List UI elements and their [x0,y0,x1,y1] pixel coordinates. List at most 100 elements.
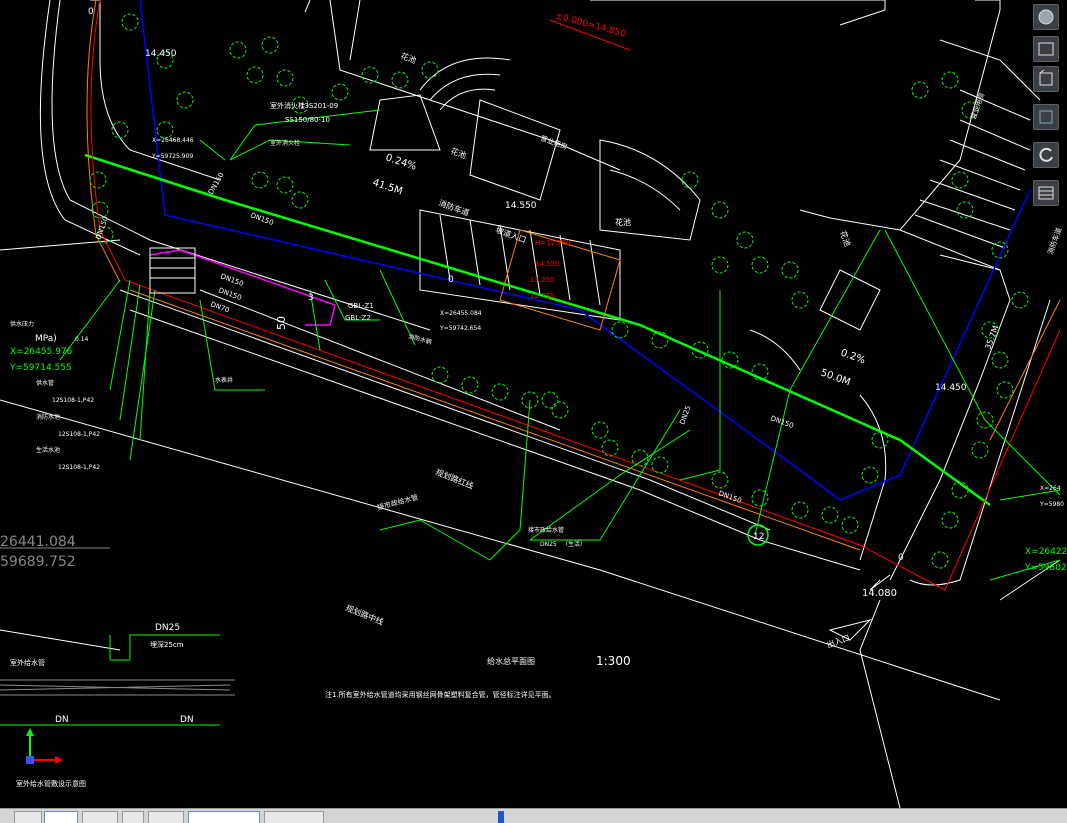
layout-tab-6[interactable] [264,811,324,823]
tree-symbol [89,171,107,189]
site-plan-drawing[interactable]: ±0.000=14.850 14.450 14.550 14.450 14.08… [0,0,1067,808]
tree-symbol [391,71,409,89]
cube-icon [1039,69,1053,86]
tree-symbol [291,191,309,209]
coord-d-y: Y=59802 [1024,563,1067,573]
text-mid-1: 接市政给水管 [528,526,564,534]
fire-lane-east-text: 消防车道 [1045,226,1063,255]
coord-a-y: Y=59725.909 [151,153,193,160]
tree-symbol [711,201,729,219]
showmotion-button[interactable] [1033,180,1059,206]
magenta-pipe [149,249,336,326]
tree-symbol [941,511,959,529]
pipe-label-6: DN25 [678,405,692,426]
wheel-icon [1038,42,1054,56]
pipe-label-4: DN150 [217,286,242,302]
pressure-val-text: 0.14 [75,336,89,343]
tree-symbol [996,381,1014,399]
tree-symbol [791,291,809,309]
orbit-icon [1039,147,1053,162]
slope-1-text: 0.24% [384,152,418,172]
hydrant-label-2-text: 室外消火栓 [270,139,300,147]
coord-e-y: Y=5980 [1039,501,1064,508]
zoom-icon [1039,110,1053,124]
pipe-label-9: DN150 [94,215,110,240]
plan-scale-text: 1:300 [596,654,631,668]
tree-symbol [791,501,809,519]
pipe-label-8: DN150 [717,489,742,505]
tree-symbol [781,261,799,279]
tree-symbol [821,506,839,524]
steering-wheel-button[interactable] [1033,36,1059,62]
tree-symbol [111,121,129,139]
zero-2: 0 [448,275,454,285]
pipe-label-5: DN150 [769,414,794,430]
n3-text: 3 [308,293,314,303]
tree-symbol [541,391,559,409]
pump-label-text: 水表井 [215,376,233,384]
tree-symbol [751,256,769,274]
valve-2-text: GBL-Z2 [345,314,371,322]
tree-symbol [246,66,264,84]
legend-dn-text-2: DN [180,715,194,725]
tree-symbol [276,69,294,87]
pan-button[interactable] [1033,66,1059,92]
ucs-axis [26,728,63,764]
coord-big-2: 59689.752 [0,554,76,570]
tree-symbol [91,201,109,219]
layout-tab-4[interactable] [148,811,184,823]
tree-symbol [421,61,439,79]
elev-east-text: 14.450 [935,383,967,393]
tree-symbol [176,91,194,109]
coord-b-x: X=26455.084 [440,310,482,317]
legend-title-text: 室外给水管敷设示意图 [16,779,86,788]
viewcube-button[interactable] [1033,4,1059,30]
legend-dn-text: DN [55,715,69,725]
tree-symbol [681,171,699,189]
tree-symbol [121,13,139,31]
globe-icon [1038,9,1054,25]
legend-dn25-text: DN25 [155,623,180,633]
tree-symbol [951,171,969,189]
tree-symbol [736,231,754,249]
zoom-button[interactable] [1033,104,1059,130]
legend-caption-text: 室外给水管 [10,658,45,667]
elev-red-3: 13.250 [530,276,555,284]
orange-line-3 [989,299,1061,441]
layout-tab-3[interactable] [122,811,144,823]
pipe-note-text: 接市政给水管 [376,492,419,512]
layout-tab-2[interactable] [82,811,118,823]
scroll-indicator[interactable] [498,811,504,823]
layout-tab-1[interactable] [14,811,42,823]
tree-symbol [911,81,929,99]
tree-symbol [931,551,949,569]
tree-symbol [156,121,174,139]
layout-tab-model[interactable] [44,811,78,823]
ramp-note-text: 坡道入口 [494,224,527,244]
length-2-text: 50.0M [819,367,852,388]
elev-red-4: 12.750 [530,292,555,300]
zero-3: 0 [898,553,904,563]
pipe-label-3: DN150 [219,272,244,288]
road-center-text: 规划路中线 [344,603,385,627]
flower-bed-1: 花池 [399,50,417,65]
cad-drawing-canvas[interactable]: ±0.000=14.850 14.450 14.550 14.450 14.08… [0,0,1067,808]
slope-2-text: 0.2% [839,347,867,366]
orbit-button[interactable] [1033,142,1059,168]
coord-big-1: 26441.084 [0,534,76,550]
coord-d-x: X=26422 [1025,547,1067,557]
elev-red-1: H=12.750 [535,239,571,247]
valve-1-text: GBL-Z1 [348,302,374,310]
green-main-pipe [84,153,991,507]
elev-red-2: 14.550 [535,260,560,268]
building-label-text: 营业用房 [539,133,568,151]
flower-bed-3: 花池 [615,217,631,227]
layout-tab-5[interactable] [188,811,260,823]
tree-symbol [971,441,989,459]
tree-symbol [841,516,859,534]
ground-hatch [0,547,235,696]
coord-c-x: X=26455.976 [10,347,73,357]
text-mid-2: DN25 [540,541,557,548]
tree-symbol [941,71,959,89]
film-icon [1038,186,1054,200]
